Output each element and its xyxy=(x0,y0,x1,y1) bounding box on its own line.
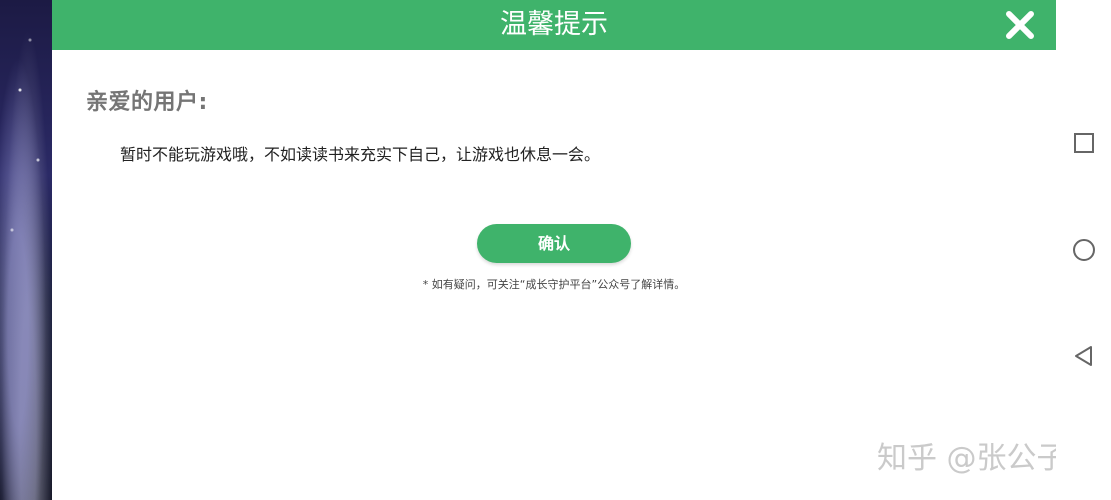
game-background xyxy=(0,0,52,500)
watermark: 知乎 @张公子 xyxy=(877,441,1067,476)
back-icon xyxy=(1072,344,1096,368)
system-nav-bar xyxy=(1056,0,1111,500)
notice-dialog: 温馨提示 亲爱的用户: 暂时不能玩游戏哦，不如读读书来充实下自己，让游戏也休息一… xyxy=(52,0,1056,500)
close-button[interactable] xyxy=(1004,9,1036,41)
close-icon xyxy=(1004,9,1036,41)
recent-apps-button[interactable] xyxy=(1072,131,1096,155)
recent-apps-icon xyxy=(1072,131,1096,155)
home-icon xyxy=(1072,238,1096,262)
footnote: * 如有疑问，可关注“成长守护平台”公众号了解详情。 xyxy=(422,278,686,291)
greeting-heading: 亲爱的用户: xyxy=(86,90,208,115)
dialog-title: 温馨提示 xyxy=(500,9,608,40)
confirm-button[interactable]: 确认 xyxy=(477,224,631,263)
notice-message: 暂时不能玩游戏哦，不如读读书来充实下自己，让游戏也休息一会。 xyxy=(120,145,601,164)
dialog-header: 温馨提示 xyxy=(52,0,1056,50)
back-button[interactable] xyxy=(1072,344,1096,368)
home-button[interactable] xyxy=(1072,238,1096,262)
